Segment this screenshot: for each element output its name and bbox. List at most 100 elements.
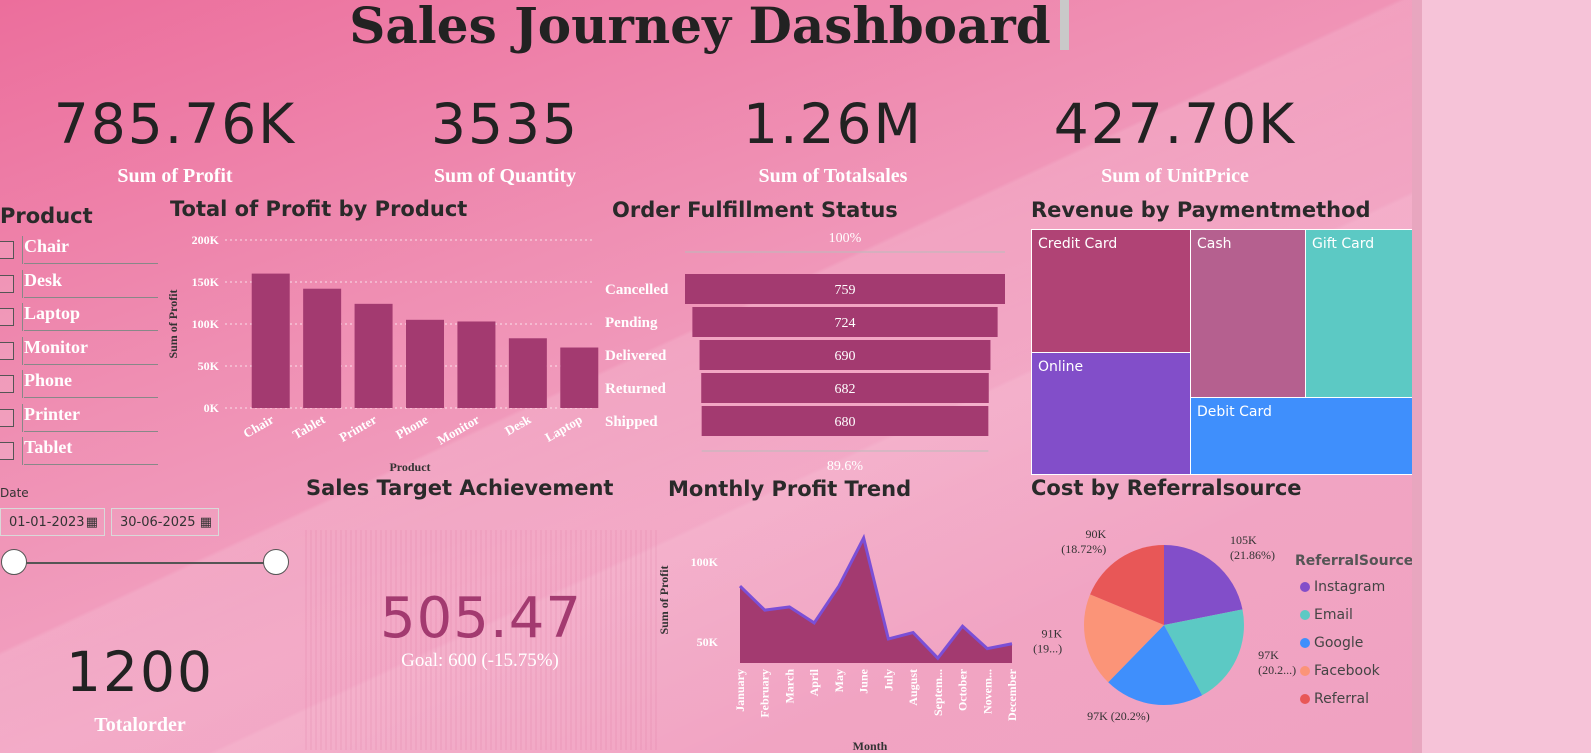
checkbox[interactable]	[0, 308, 14, 326]
y-tick-label: 200K	[192, 233, 220, 247]
legend-item[interactable]: Instagram	[1300, 579, 1385, 597]
kpi-totalsales-label: Sum of Totalsales	[758, 165, 908, 187]
legend-item[interactable]: Google	[1300, 635, 1363, 653]
bar[interactable]	[303, 288, 342, 408]
checkbox[interactable]	[0, 241, 14, 259]
kpi-quantity-label: Sum of Quantity	[433, 165, 577, 187]
funnel-bottom-label: 89.6%	[827, 459, 864, 474]
bar[interactable]	[508, 338, 547, 408]
bar[interactable]	[251, 273, 290, 408]
treemap-label: Debit Card	[1197, 404, 1272, 420]
funnel-category-label: Pending	[605, 315, 658, 331]
bar[interactable]	[560, 347, 599, 408]
funnel-value-label: 680	[835, 415, 856, 430]
product-option[interactable]: Desk	[0, 269, 158, 298]
treemap-cell-gift-card[interactable]: Gift Card	[1305, 229, 1415, 398]
product-option[interactable]: Tablet	[0, 437, 158, 465]
divider	[22, 336, 23, 365]
divider	[24, 296, 158, 298]
treemap-label: Online	[1038, 359, 1084, 375]
product-option[interactable]: Monitor	[0, 336, 158, 365]
x-tick-label: Phone	[393, 411, 431, 441]
dashboard-canvas: Sales Journey Dashboard 785.76K Sum of P…	[0, 0, 1422, 753]
legend-label: Facebook	[1314, 663, 1380, 679]
legend-dot	[1300, 610, 1310, 620]
x-tick-label: Desk	[502, 411, 534, 438]
checkbox[interactable]	[0, 408, 14, 427]
treemap-cell-cash[interactable]: Cash	[1190, 229, 1306, 398]
kpi-unitprice-label: Sum of UnitPrice	[1101, 165, 1249, 187]
date-range-start-handle[interactable]	[1, 549, 27, 575]
y-tick-label: 100K	[192, 317, 220, 331]
kpi-totalsales-value: 1.26M	[743, 92, 923, 156]
funnel-value-label: 682	[835, 382, 856, 397]
legend-item[interactable]: Referral	[1300, 691, 1369, 709]
sales-target-value: 505.47	[380, 586, 582, 651]
date-slicer-title: Date	[0, 486, 29, 500]
legend-item[interactable]: Facebook	[1300, 663, 1380, 681]
divider	[22, 236, 23, 264]
date-start-input[interactable]: 01-01-2023 ▦	[0, 508, 105, 536]
date-range-track[interactable]	[14, 562, 276, 564]
x-tick-label: January	[733, 669, 747, 712]
legend-dot	[1300, 582, 1310, 592]
product-option-label: Chair	[24, 236, 69, 256]
legend-dot	[1300, 638, 1310, 648]
x-tick-label: June	[857, 668, 871, 693]
divider	[22, 303, 23, 331]
y-tick-label: 50K	[198, 359, 220, 373]
bar[interactable]	[457, 321, 496, 408]
checkbox[interactable]	[0, 274, 14, 293]
calendar-icon[interactable]: ▦	[86, 509, 98, 537]
pie-data-label: 90K (18.72%)	[1061, 527, 1106, 556]
date-end-value: 30-06-2025	[120, 515, 196, 530]
product-option-label: Tablet	[24, 437, 73, 457]
treemap-label: Cash	[1197, 236, 1232, 252]
checkbox[interactable]	[0, 442, 14, 460]
product-slicer-title: Product	[0, 204, 93, 228]
x-tick-label: February	[758, 669, 772, 718]
product-option[interactable]: Laptop	[0, 303, 158, 331]
divider	[24, 397, 158, 398]
checkbox[interactable]	[0, 375, 14, 393]
calendar-icon[interactable]: ▦	[200, 509, 212, 537]
product-option-label: Desk	[24, 269, 63, 290]
funnel-top-label: 100%	[829, 231, 862, 246]
product-option[interactable]: Printer	[0, 403, 158, 432]
cost-by-referral-title: Cost by Referralsource	[1031, 476, 1302, 500]
legend-item[interactable]: Email	[1300, 607, 1353, 625]
funnel-category-label: Cancelled	[605, 282, 669, 298]
profit-by-product-title: Total of Profit by Product	[170, 197, 468, 221]
kpi-unitprice-value: 427.70K	[1053, 92, 1297, 156]
divider	[24, 430, 158, 432]
cost-by-referral-chart: 105K (21.86%) 97K (20.2...) 97K (20.2%) 91K (1…	[1033, 527, 1296, 723]
date-end-input[interactable]: 30-06-2025 ▦	[111, 508, 219, 536]
bar[interactable]	[406, 319, 444, 408]
x-tick-label: October	[956, 668, 970, 711]
treemap-cell-credit-card[interactable]: Credit Card	[1031, 229, 1191, 353]
x-tick-label: Laptop	[542, 412, 585, 445]
pie-data-label: 105K (21.86%)	[1230, 533, 1275, 562]
x-tick-label: August	[906, 669, 920, 706]
divider	[22, 437, 23, 465]
legend-dot	[1300, 694, 1310, 704]
scrollbar-thumb[interactable]	[1060, 0, 1069, 50]
date-range-end-handle[interactable]	[263, 549, 289, 575]
product-option[interactable]: Chair	[0, 236, 158, 264]
product-option[interactable]: Phone	[0, 370, 158, 398]
x-axis-label: Product	[389, 460, 430, 474]
x-tick-label: March	[782, 669, 796, 704]
treemap-cell-debit-card[interactable]: Debit Card	[1190, 397, 1415, 475]
treemap-cell-online[interactable]: Online	[1031, 352, 1191, 475]
bar[interactable]	[354, 303, 393, 408]
profit-by-product-chart: 0K 50K 100K 150K 200K Chair Tablet Printer Phone…	[166, 233, 599, 474]
legend-label: Google	[1314, 635, 1364, 651]
divider	[22, 403, 23, 432]
legend-label: Email	[1314, 607, 1353, 623]
x-tick-label: Chair	[241, 411, 277, 440]
legend-label: Instagram	[1314, 579, 1386, 595]
totalorder-value: 1200	[66, 640, 214, 704]
checkbox[interactable]	[0, 341, 14, 360]
y-tick-label: 100K	[691, 555, 719, 569]
sales-target-title: Sales Target Achievement	[306, 476, 614, 500]
